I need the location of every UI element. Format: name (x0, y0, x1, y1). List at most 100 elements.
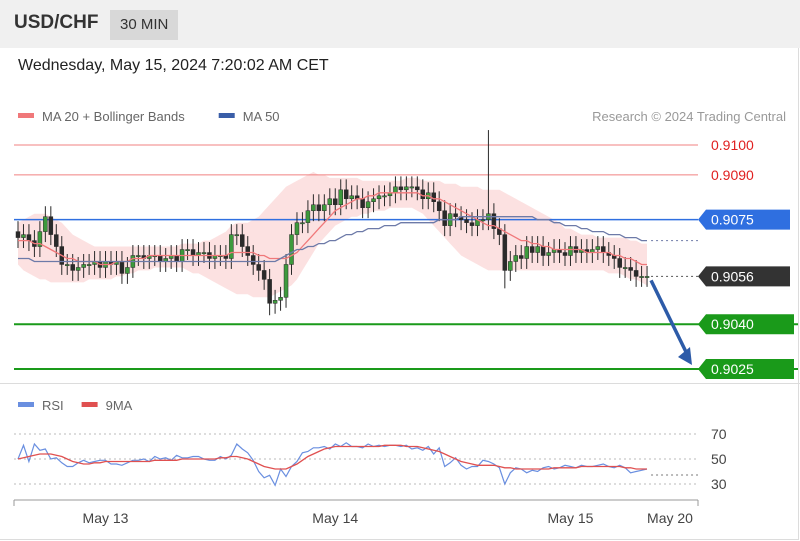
candle-body-45 (261, 270, 267, 280)
rsi-tick-70: 70 (711, 426, 727, 442)
candle-body-72 (409, 186, 415, 189)
candle-body-49 (283, 264, 289, 298)
candle-body-92 (518, 255, 524, 259)
candle-body-40 (234, 234, 240, 237)
level-label-0.9040: 0.9040 (711, 316, 754, 332)
candle-body-5 (43, 216, 48, 232)
rsi-panel: 70 50 30 (14, 426, 727, 492)
candle-body-113 (633, 270, 639, 277)
level-label-0.9075: 0.9075 (711, 212, 754, 228)
candle-body-58 (333, 198, 338, 205)
legend-label-1: MA 50 (243, 109, 280, 124)
rsi-legend-label-0: RSI (42, 398, 64, 413)
candle-body-46 (267, 279, 272, 304)
candle-body-93 (524, 246, 529, 259)
candle-body-82 (464, 219, 469, 223)
candle-body-61 (349, 195, 354, 200)
candle-body-83 (469, 222, 475, 226)
x-axis: May 13 May 14 May 15 May 20 (13, 499, 699, 526)
candle-body-60 (343, 189, 349, 200)
projection-arrow (649, 279, 692, 365)
rsi-tick-30: 30 (711, 476, 727, 492)
candle-body-95 (535, 246, 540, 253)
candle-body-31 (185, 249, 190, 251)
candle-body-115 (644, 276, 650, 278)
candle-body-10 (70, 264, 75, 271)
level-labels: 0.9100 0.9090 0.9075 0.9056 0.9040 0.9025 (698, 137, 794, 379)
candle-body-65 (371, 198, 376, 202)
candle-body-11 (75, 267, 81, 271)
candle-body-0 (15, 231, 21, 238)
rsi-tick-50: 50 (711, 451, 727, 467)
candle-body-9 (64, 264, 70, 266)
candle-body-12 (81, 264, 86, 268)
candle-body-20 (125, 267, 130, 274)
legend-label-0: MA 20 + Bollinger Bands (42, 109, 185, 124)
candle-body-96 (540, 246, 546, 256)
candle-body-42 (245, 246, 250, 256)
candle-body-100 (562, 252, 568, 256)
candle-body-94 (529, 246, 535, 253)
candle-body-44 (256, 264, 261, 271)
candle-body-90 (508, 261, 513, 271)
x-tick-label-3: May 20 (647, 510, 693, 526)
candle-body-34 (201, 252, 207, 254)
candle-body-32 (190, 249, 196, 256)
level-label-0.9100: 0.9100 (711, 137, 754, 153)
candle-body-48 (278, 297, 283, 301)
candle-body-97 (546, 252, 551, 256)
rsi-ma-line (17, 444, 647, 470)
projection-shaft (649, 279, 690, 357)
rsi-line (17, 442, 648, 487)
candle-body-55 (316, 204, 322, 211)
candle-body-1 (21, 234, 26, 238)
rsi-legend-swatch-0 (18, 402, 34, 407)
candle-body-13 (86, 264, 92, 266)
candle-body-73 (415, 186, 420, 191)
candle-body-22 (136, 255, 141, 257)
candle-body-7 (54, 234, 59, 247)
candle-body-51 (294, 222, 300, 235)
candle-body-89 (502, 234, 508, 271)
rsi-legend-swatch-1 (81, 402, 98, 407)
candle-body-78 (442, 210, 447, 226)
candle-body-54 (311, 204, 316, 211)
price-rsi-chart[interactable]: MA 20 + Bollinger Bands MA 50 Research © … (0, 0, 800, 541)
candle-body-91 (513, 255, 519, 262)
level-label-0.9090: 0.9090 (711, 167, 754, 183)
candle-body-59 (338, 189, 343, 205)
candle-body-47 (272, 300, 278, 304)
candle-body-29 (174, 255, 179, 262)
x-tick-label-0: May 13 (83, 510, 129, 526)
bollinger-band-area (18, 171, 647, 298)
candle-body-26 (157, 255, 163, 262)
main-legend: MA 20 + Bollinger Bands MA 50 (18, 109, 280, 124)
candle-body-53 (305, 210, 311, 223)
candle-body-77 (436, 201, 442, 211)
candle-body-114 (639, 276, 644, 278)
candle-body-70 (398, 186, 404, 191)
level-label-0.9025: 0.9025 (711, 361, 754, 377)
candle-body-64 (365, 201, 371, 208)
candle-body-43 (250, 255, 256, 265)
candle-body-112 (628, 267, 633, 271)
candle-body-19 (119, 261, 125, 274)
candle-body-56 (322, 204, 327, 211)
candle-body-107 (601, 246, 606, 253)
candle-body-69 (393, 186, 398, 194)
candle-body-111 (622, 267, 628, 269)
candle-body-6 (48, 216, 54, 235)
candle-body-63 (360, 198, 365, 208)
candle-body-74 (420, 189, 426, 200)
candle-body-50 (289, 234, 294, 265)
candle-body-80 (453, 213, 458, 217)
candle-body-101 (568, 246, 573, 256)
candle-body-76 (431, 192, 436, 202)
bollinger-bands (18, 171, 647, 298)
candle-body-41 (240, 234, 245, 247)
candle-body-57 (327, 198, 333, 205)
candle-body-39 (229, 234, 234, 259)
candle-body-110 (617, 258, 622, 268)
rsi-legend: RSI 9MA (18, 398, 133, 413)
legend-swatch-1 (218, 113, 235, 118)
